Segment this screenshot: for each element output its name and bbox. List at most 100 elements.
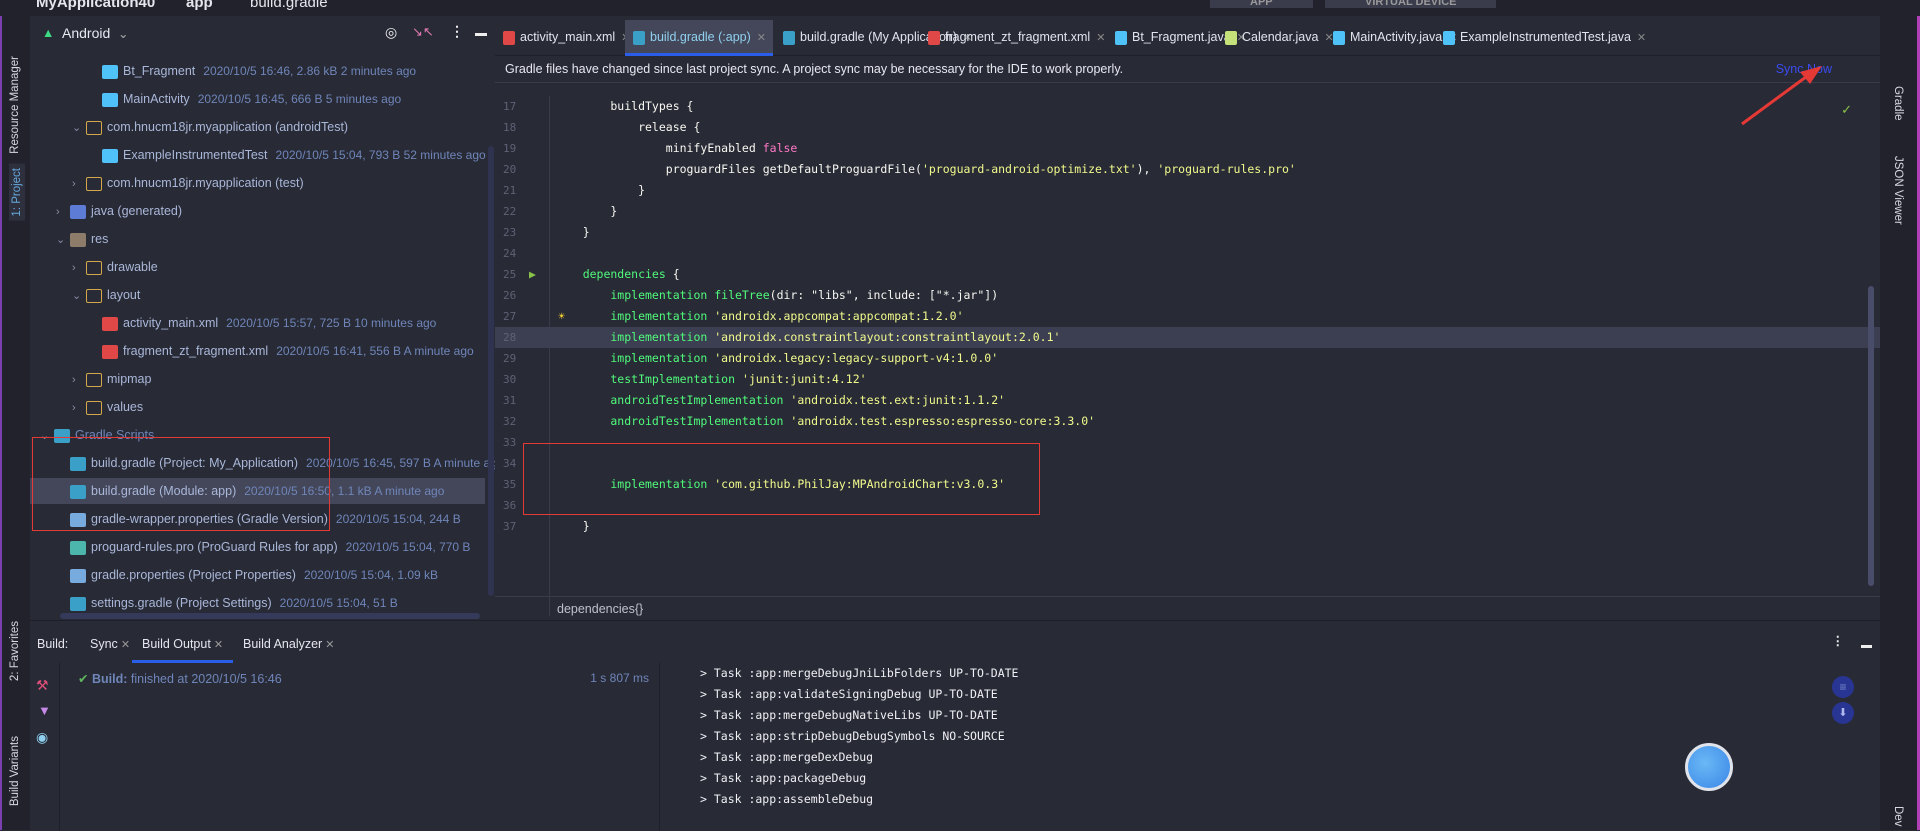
tree-item[interactable]: ⌄ res bbox=[30, 226, 485, 252]
editor-tab[interactable]: build.gradle (:app) ✕ bbox=[625, 20, 773, 56]
gradle-tab[interactable]: Gradle bbox=[1892, 86, 1904, 121]
more-icon[interactable]: ⋮ bbox=[1832, 633, 1845, 648]
tree-item[interactable]: ⌄ com.hnucm18jr.myapplication (androidTes… bbox=[30, 114, 485, 140]
editor-tab[interactable]: Calendar.java ✕ bbox=[1217, 20, 1334, 56]
tree-item[interactable]: ⌄ Gradle Scripts bbox=[30, 422, 485, 448]
tree-item[interactable]: ExampleInstrumentedTest 2020/10/5 15:04, … bbox=[30, 142, 486, 168]
build-console[interactable]: > Task :app:mergeDebugJniLibFolders UP-T… bbox=[670, 663, 1870, 831]
run-config-select[interactable]: APP bbox=[1210, 0, 1313, 8]
editor-tab[interactable]: ExampleInstrumentedTest.java ✕ bbox=[1435, 20, 1646, 56]
build-tab[interactable]: Build Output ✕ bbox=[132, 627, 234, 663]
scroll-to-end-icon[interactable]: ⬇ bbox=[1832, 702, 1854, 724]
code-line: 34 bbox=[495, 453, 1880, 474]
tree-item[interactable]: Bt_Fragment 2020/10/5 16:46, 2.86 kB 2 mi… bbox=[30, 58, 485, 84]
tree-item[interactable]: ⌄ layout bbox=[30, 282, 485, 308]
close-icon[interactable]: ✕ bbox=[1096, 32, 1105, 44]
favorites-tab[interactable]: 2: Favorites bbox=[9, 621, 21, 681]
build-status-row[interactable]: ✔ Build: finished at 2020/10/5 16:46 bbox=[78, 671, 282, 686]
horizontal-scrollbar[interactable] bbox=[60, 613, 480, 619]
chevron-right-icon[interactable]: › bbox=[72, 395, 86, 421]
tree-item-meta: 2020/10/5 15:04, 244 B bbox=[335, 512, 461, 526]
run-icon[interactable]: ▶ bbox=[529, 264, 536, 285]
editor-breadcrumb[interactable]: dependencies{} bbox=[495, 596, 1880, 620]
editor-tab-label: activity_main.xml bbox=[520, 30, 616, 44]
tree-item[interactable]: activity_main.xml 2020/10/5 15:57, 725 B … bbox=[30, 310, 485, 336]
chevron-down-icon[interactable]: ⌄ bbox=[72, 283, 86, 309]
breadcrumb-project[interactable]: MyApplication40 bbox=[36, 0, 155, 11]
inspection-ok-icon: ✓ bbox=[1841, 102, 1852, 117]
lightbulb-icon[interactable]: ☀ bbox=[558, 306, 565, 327]
editor-tab[interactable]: fragment_zt_fragment.xml ✕ bbox=[920, 20, 1105, 56]
close-icon[interactable]: ✕ bbox=[757, 32, 766, 44]
tree-item-label: Gradle Scripts bbox=[75, 428, 155, 442]
tree-item[interactable]: build.gradle (Project: My_Application) 20… bbox=[30, 450, 504, 476]
tree-item[interactable]: › drawable bbox=[30, 254, 485, 280]
tree-item[interactable]: MainActivity 2020/10/5 16:45, 666 B 5 min… bbox=[30, 86, 485, 112]
vertical-scrollbar[interactable] bbox=[488, 146, 494, 596]
tree-item[interactable]: gradle.properties (Project Properties) 20… bbox=[30, 562, 485, 588]
code-line: 37 } bbox=[495, 516, 1880, 537]
chevron-down-icon[interactable]: ⌄ bbox=[72, 115, 86, 141]
build-tab[interactable]: Sync ✕ bbox=[90, 627, 130, 663]
eye-icon[interactable]: ◉ bbox=[36, 729, 48, 746]
editor-tab[interactable]: build.gradle (My Application) ✕ bbox=[775, 20, 972, 56]
chevron-right-icon[interactable]: › bbox=[72, 171, 86, 197]
layout-xml-icon bbox=[928, 30, 940, 45]
line-number: 34 bbox=[503, 457, 517, 470]
tree-item[interactable]: › mipmap bbox=[30, 366, 485, 392]
close-icon[interactable]: ✕ bbox=[118, 639, 130, 651]
code-text: } bbox=[555, 516, 590, 537]
tree-item[interactable]: › java (generated) bbox=[30, 198, 485, 224]
code-line: 26 implementation fileTree(dir: "libs", … bbox=[495, 285, 1880, 306]
floating-widget-icon[interactable] bbox=[1685, 743, 1733, 791]
editor-tab[interactable]: activity_main.xml✕ bbox=[495, 20, 630, 56]
project-tab[interactable]: 1: Project bbox=[9, 164, 25, 221]
editor-tab[interactable]: Bt_Fragment.java ✕ bbox=[1107, 20, 1246, 56]
close-icon[interactable]: ✕ bbox=[211, 639, 223, 651]
tree-item[interactable]: fragment_zt_fragment.xml 2020/10/5 16:41,… bbox=[30, 338, 485, 364]
code-token: 'androidx.constraintlayout:constraintlay… bbox=[714, 330, 1061, 344]
project-view-select[interactable]: Android bbox=[62, 25, 110, 41]
close-icon[interactable]: ✕ bbox=[322, 639, 334, 651]
tree-item[interactable]: gradle-wrapper.properties (Gradle Versio… bbox=[30, 506, 485, 532]
target-icon[interactable]: ◎ bbox=[385, 24, 397, 41]
breadcrumb-module[interactable]: app bbox=[186, 0, 213, 11]
minimize-icon[interactable] bbox=[475, 33, 487, 36]
collapse-icon[interactable]: ↘↖ bbox=[412, 24, 434, 40]
layout-xml-icon bbox=[102, 344, 118, 359]
banner-message: Gradle files have changed since last pro… bbox=[505, 62, 1124, 76]
breadcrumb-file[interactable]: build.gradle bbox=[250, 0, 328, 11]
chevron-down-icon[interactable]: ⌄ bbox=[40, 423, 54, 449]
build-variants-tab[interactable]: Build Variants bbox=[9, 736, 21, 806]
hammer-icon[interactable]: ⚒ bbox=[36, 677, 49, 694]
code-editor[interactable]: 17 buildTypes {18 release {19 minifyEnab… bbox=[495, 96, 1880, 616]
resource-manager-tab[interactable]: Resource Manager bbox=[9, 56, 21, 154]
code-token: 'junit:junit:4.12' bbox=[741, 372, 867, 386]
editor-tab-label: ExampleInstrumentedTest.java bbox=[1460, 30, 1631, 44]
chevron-right-icon[interactable]: › bbox=[56, 199, 70, 225]
code-token: 'proguard-rules.pro' bbox=[1157, 162, 1296, 176]
pin-icon[interactable]: ▼ bbox=[38, 703, 51, 718]
chevron-right-icon[interactable]: › bbox=[72, 367, 86, 393]
editor-scrollbar[interactable] bbox=[1868, 286, 1874, 586]
json-viewer-tab[interactable]: JSON Viewer bbox=[1892, 156, 1904, 225]
tree-item[interactable]: proguard-rules.pro (ProGuard Rules for a… bbox=[30, 534, 485, 560]
build-tab[interactable]: Build Analyzer ✕ bbox=[243, 627, 335, 663]
device-manager-tab[interactable]: Dev bbox=[1892, 806, 1904, 826]
code-line: 33 bbox=[495, 432, 1880, 453]
chevron-down-icon[interactable]: ⌄ bbox=[56, 227, 70, 253]
minimize-icon[interactable] bbox=[1861, 645, 1872, 648]
soft-wrap-icon[interactable]: ≡ bbox=[1832, 676, 1854, 698]
device-select[interactable]: VIRTUAL DEVICE bbox=[1325, 0, 1497, 8]
chevron-right-icon[interactable]: › bbox=[72, 255, 86, 281]
close-icon[interactable]: ✕ bbox=[1637, 32, 1646, 44]
chevron-down-icon[interactable]: ⌄ bbox=[118, 26, 128, 41]
code-token: buildTypes { bbox=[555, 99, 694, 113]
code-text: } bbox=[555, 222, 590, 243]
code-line: 17 buildTypes { bbox=[495, 96, 1880, 117]
more-icon[interactable]: ⋮ bbox=[450, 23, 464, 40]
tree-item[interactable]: › com.hnucm18jr.myapplication (test) bbox=[30, 170, 485, 196]
tree-item[interactable]: build.gradle (Module: app) 2020/10/5 16:5… bbox=[30, 478, 485, 504]
tree-item[interactable]: › values bbox=[30, 394, 485, 420]
editor-tab[interactable]: MainActivity.java✕ bbox=[1325, 20, 1457, 56]
